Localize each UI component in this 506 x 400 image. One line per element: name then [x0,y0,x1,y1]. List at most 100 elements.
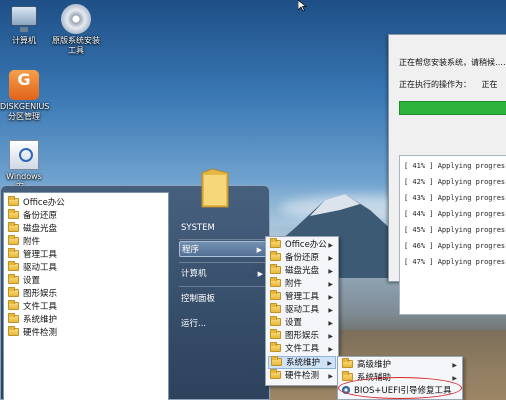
start-list-item[interactable]: Office办公 [8,196,65,209]
start-list-item-label: 附件 [23,237,41,247]
diskgenius-icon [9,70,39,100]
folder-icon [8,261,19,271]
start-item-control-panel[interactable]: 控制面板 [179,291,267,307]
desktop-icon-installer[interactable]: 原版系统安装工具 [52,4,100,56]
submenu-item[interactable]: 文件工具 ▶ [268,342,336,356]
submenu-item-label: 管理工具 [285,292,320,302]
start-list-item[interactable]: 系统维护 [8,313,58,326]
installer-operation-value: 正在 [481,80,498,89]
start-menu-right-pane: SYSTEM 程序 ▶ 计算机 ▶ 控制面板 运行... [171,186,271,400]
folder-icon [8,196,19,206]
installer-log[interactable]: [ 41% ] Applying progress: [ 42% ] Apply… [399,155,506,315]
start-item-programs[interactable]: 程序 ▶ [179,241,267,257]
desktop-icon-label: 计算机 [12,36,36,45]
chevron-right-icon: ▶ [328,346,333,353]
folder-icon [270,277,281,287]
installer-progress-bar [399,101,506,115]
chevron-right-icon: ▶ [328,294,333,301]
chevron-right-icon: ▶ [257,270,263,278]
submenu-item-label: 附件 [285,279,303,289]
log-line: [ 42% ] Applying progress: [404,178,506,186]
start-list-item[interactable]: 文件工具 [8,300,58,313]
folder-icon [270,329,281,339]
start-list-item[interactable]: 管理工具 [8,248,58,261]
highlight-circle [338,377,462,399]
submenu-item-system-maintenance[interactable]: 系统维护 ▶ [268,356,336,369]
folder-icon [8,300,19,310]
submenu-item[interactable]: 硬件检测 ▶ [268,369,336,383]
start-item-run[interactable]: 运行... [179,316,267,332]
log-line: [ 47% ] Applying progress: [404,258,506,266]
chevron-right-icon: ▶ [327,360,332,367]
chevron-right-icon: ▶ [328,333,333,340]
submenu-item-label: 高级维护 [357,360,392,370]
chevron-right-icon: ▶ [328,255,333,262]
submenu-item-label: 备份还原 [285,253,320,263]
user-folder-icon [201,168,229,208]
chevron-right-icon: ▶ [256,246,262,254]
submenu-item[interactable]: 磁盘光盘 ▶ [268,264,336,278]
divider [179,239,265,240]
submenu-item-label: 磁盘光盘 [285,266,320,276]
start-list-item-label: Office办公 [23,198,65,208]
start-item-system[interactable]: SYSTEM [179,220,267,236]
start-list-item[interactable]: 驱动工具 [8,261,58,274]
submenu-item-label: 驱动工具 [285,305,320,315]
submenu-item[interactable]: 备份还原 ▶ [268,251,336,265]
start-list-item[interactable]: 磁盘光盘 [8,222,58,235]
folder-icon [8,222,19,232]
folder-icon [270,238,281,248]
start-list-item[interactable]: 附件 [8,235,41,248]
start-list-item-label: 文件工具 [23,302,58,312]
submenu-item[interactable]: 设置 ▶ [268,316,336,330]
folder-icon [271,356,282,366]
submenu-item[interactable]: 管理工具 ▶ [268,290,336,304]
chevron-right-icon: ▶ [328,242,333,249]
folder-icon [270,290,281,300]
start-list-item-label: 设置 [23,276,41,286]
installer-current-operation: 正在执行的操作为： 正在 [399,79,498,90]
chevron-right-icon: ▶ [328,268,333,275]
desktop-icon-computer[interactable]: 计算机 [0,4,48,46]
disc-icon [61,4,91,34]
log-line: [ 43% ] Applying progress: [404,194,506,202]
submenu-item-label: 硬件检测 [285,371,320,381]
folder-icon [8,248,19,258]
folder-icon [342,358,353,368]
mouse-cursor-icon [298,0,307,12]
folder-icon [8,326,19,336]
start-list-item[interactable]: 图形娱乐 [8,287,57,300]
start-menu: Office办公 备份还原 磁盘光盘 附件 管理工具 驱动工具 设置 图形娱乐 … [0,185,270,400]
start-list-item[interactable]: 硬件检测 [8,326,57,339]
start-item-label: SYSTEM [181,223,215,233]
start-list-item[interactable]: 设置 [8,274,41,287]
folder-icon [8,287,19,297]
folder-icon [8,235,19,245]
chevron-right-icon: ▶ [328,307,333,314]
folder-icon [270,369,281,379]
programs-submenu: Office办公 ▶ 备份还原 ▶ 磁盘光盘 ▶ 附件 ▶ 管理工具 ▶ 驱动工具 ▶ 设置… [265,236,339,386]
submenu-item[interactable]: Office办公 ▶ [268,238,336,252]
start-item-label: 计算机 [181,269,207,279]
start-list-item[interactable]: 备份还原 [8,209,57,222]
folder-icon [270,303,281,313]
chevron-right-icon: ▶ [328,373,333,380]
windows-installer-icon [9,140,39,170]
chevron-right-icon: ▶ [328,281,333,288]
submenu-item[interactable]: 图形娱乐 ▶ [268,329,336,343]
submenu-item-label: 系统维护 [286,358,321,368]
installer-operation-label: 正在执行的操作为： [399,80,471,89]
folder-icon [8,274,19,284]
start-list-item-label: 驱动工具 [23,263,58,273]
start-list-item-label: 磁盘光盘 [23,224,58,234]
start-item-computer[interactable]: 计算机 ▶ [179,266,267,282]
submenu-item[interactable]: 附件 ▶ [268,277,336,291]
start-list-item-label: 管理工具 [23,250,58,260]
folder-icon [342,371,353,381]
submenu-item-advanced-maintenance[interactable]: 高级维护 ▶ [340,358,460,372]
submenu-item-label: Office办公 [285,240,327,250]
start-list-item-label: 系统维护 [23,315,58,325]
submenu-item[interactable]: 驱动工具 ▶ [268,303,336,317]
desktop-icon-diskgenius[interactable]: DISKGENIUS分区管理 [0,70,49,122]
installer-window: 正在帮您安装系统，请稍候…… 正在执行的操作为： 正在 [ 41% ] Appl… [388,34,506,315]
